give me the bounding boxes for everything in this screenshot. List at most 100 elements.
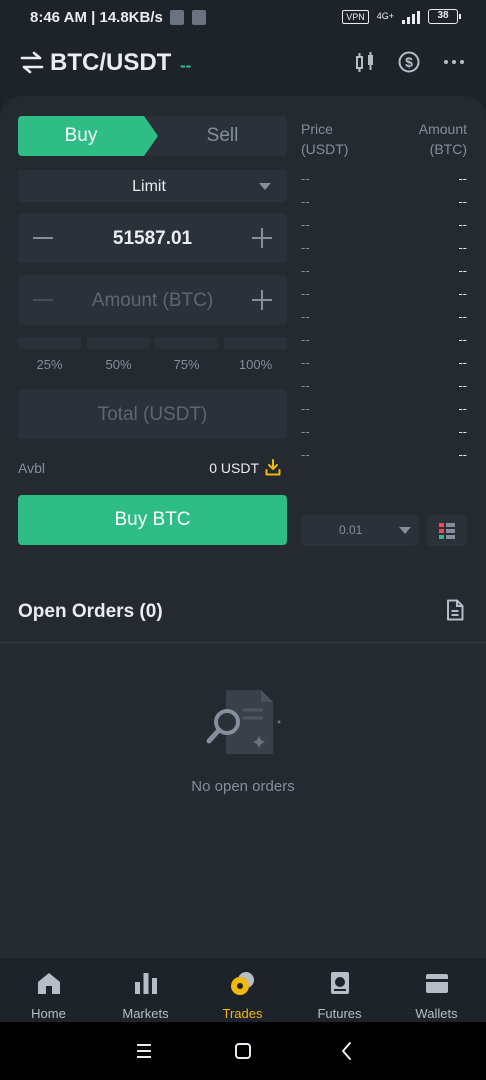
depth-select[interactable]: 0.01	[301, 515, 418, 546]
divider	[0, 642, 486, 643]
row-price: --	[301, 447, 310, 462]
order-history-icon[interactable]	[445, 599, 465, 621]
status-right: VPN 4G+ 38	[342, 9, 461, 24]
row-amount: --	[458, 355, 467, 370]
signal-icon	[402, 10, 420, 24]
buy-submit-button[interactable]: Buy BTC	[18, 495, 287, 545]
row-amount: --	[458, 240, 467, 255]
row-price: --	[301, 309, 310, 324]
swap-pair-icon[interactable]	[20, 50, 44, 76]
percent-label: 25%	[36, 357, 63, 372]
percent-50[interactable]: 50%	[87, 337, 150, 377]
row-price: --	[301, 378, 310, 393]
header: BTC/USDT -- $	[0, 36, 486, 92]
percent-bar	[18, 337, 81, 349]
percent-100[interactable]: 100%	[224, 337, 287, 377]
status-time: 8:46 AM | 14.8KB/s	[30, 9, 163, 26]
price-header-line1: Price	[301, 121, 333, 137]
nav-trades[interactable]: Trades	[194, 958, 291, 1022]
order-book-row[interactable]: -- --	[301, 263, 467, 286]
total-field[interactable]: Total (USDT)	[18, 389, 287, 439]
row-amount: --	[458, 171, 467, 186]
row-price: --	[301, 286, 310, 301]
avbl-value: 0 USDT	[209, 460, 259, 476]
order-book-row[interactable]: -- --	[301, 355, 467, 378]
order-book-row[interactable]: -- --	[301, 332, 467, 355]
price-value[interactable]: 51587.01	[18, 228, 287, 250]
nav-label-home: Home	[31, 1006, 66, 1021]
order-book-row[interactable]: -- --	[301, 194, 467, 217]
percent-25[interactable]: 25%	[18, 337, 81, 377]
empty-orders-text: No open orders	[191, 778, 295, 795]
deposit-icon[interactable]	[265, 459, 281, 476]
tab-buy[interactable]: Buy	[18, 116, 158, 156]
markets-icon	[135, 973, 157, 994]
order-book-row[interactable]: -- --	[301, 240, 467, 263]
amount-field[interactable]: Amount (BTC)	[18, 275, 287, 325]
bottom-nav: Home Markets Trades Futures Wallets	[0, 958, 486, 1022]
more-options-icon[interactable]	[442, 50, 466, 74]
row-amount: --	[458, 447, 467, 462]
order-book-row[interactable]: -- --	[301, 401, 467, 424]
home-button-icon[interactable]	[232, 1040, 254, 1062]
back-icon[interactable]	[336, 1040, 358, 1062]
row-amount: --	[458, 401, 467, 416]
order-book-row[interactable]: -- --	[301, 447, 467, 470]
row-amount: --	[458, 217, 467, 232]
row-price: --	[301, 424, 310, 439]
nav-futures[interactable]: Futures	[291, 958, 388, 1022]
home-icon	[38, 973, 60, 994]
row-price: --	[301, 171, 310, 186]
percent-label: 75%	[173, 357, 200, 372]
nav-home[interactable]: Home	[0, 958, 97, 1022]
price-header-line2: (USDT)	[301, 141, 349, 157]
percent-label: 100%	[238, 357, 273, 372]
amount-header: Amount (BTC)	[419, 119, 467, 159]
nav-label-trades: Trades	[222, 1006, 263, 1021]
buy-sell-tabs: Buy Sell	[18, 116, 287, 156]
tab-sell[interactable]: Sell	[158, 116, 287, 156]
notification-icon-2	[192, 10, 206, 25]
battery-icon: 38	[428, 9, 461, 24]
percent-bar	[224, 337, 287, 349]
order-book-row[interactable]: -- --	[301, 378, 467, 401]
row-price: --	[301, 355, 310, 370]
order-type-select[interactable]: Limit	[18, 170, 287, 202]
order-book-row[interactable]: -- --	[301, 171, 467, 194]
chevron-down-icon	[259, 183, 271, 190]
nav-label-wallets: Wallets	[415, 1006, 458, 1021]
order-book-row[interactable]: -- --	[301, 286, 467, 309]
system-navigation-bar	[0, 1022, 486, 1080]
menu-icon[interactable]	[133, 1040, 155, 1062]
nav-wallets[interactable]: Wallets	[388, 958, 485, 1022]
svg-text:$: $	[405, 54, 413, 70]
dollar-circle-icon[interactable]: $	[397, 50, 421, 74]
order-book-layout-button[interactable]	[427, 515, 467, 546]
pair-title[interactable]: BTC/USDT	[50, 49, 171, 77]
status-bar: 8:46 AM | 14.8KB/s VPN 4G+ 38	[0, 0, 486, 36]
order-book-layout-icon	[439, 523, 455, 539]
order-book-row[interactable]: -- --	[301, 217, 467, 240]
price-change: --	[180, 56, 192, 75]
wallets-icon	[426, 974, 448, 993]
nav-label-markets: Markets	[122, 1006, 169, 1021]
open-orders-title[interactable]: Open Orders (0)	[18, 601, 163, 623]
nav-markets[interactable]: Markets	[97, 958, 194, 1022]
price-field[interactable]: 51587.01	[18, 213, 287, 263]
amount-header-line1: Amount	[418, 121, 467, 137]
row-price: --	[301, 332, 310, 347]
network-type: 4G+	[376, 11, 394, 21]
candlestick-chart-icon[interactable]	[353, 50, 377, 74]
nav-label-futures: Futures	[317, 1006, 362, 1021]
order-book-row[interactable]: -- --	[301, 309, 467, 332]
percent-slider[interactable]: 25% 50% 75% 100%	[18, 337, 287, 377]
percent-75[interactable]: 75%	[155, 337, 218, 377]
row-amount: --	[458, 332, 467, 347]
total-placeholder[interactable]: Total (USDT)	[18, 404, 287, 426]
row-amount: --	[458, 424, 467, 439]
percent-label: 50%	[105, 357, 132, 372]
order-book-row[interactable]: -- --	[301, 424, 467, 447]
amount-placeholder[interactable]: Amount (BTC)	[18, 290, 287, 312]
price-increment-icon-vertical	[261, 228, 263, 248]
avbl-label: Avbl	[18, 460, 45, 476]
